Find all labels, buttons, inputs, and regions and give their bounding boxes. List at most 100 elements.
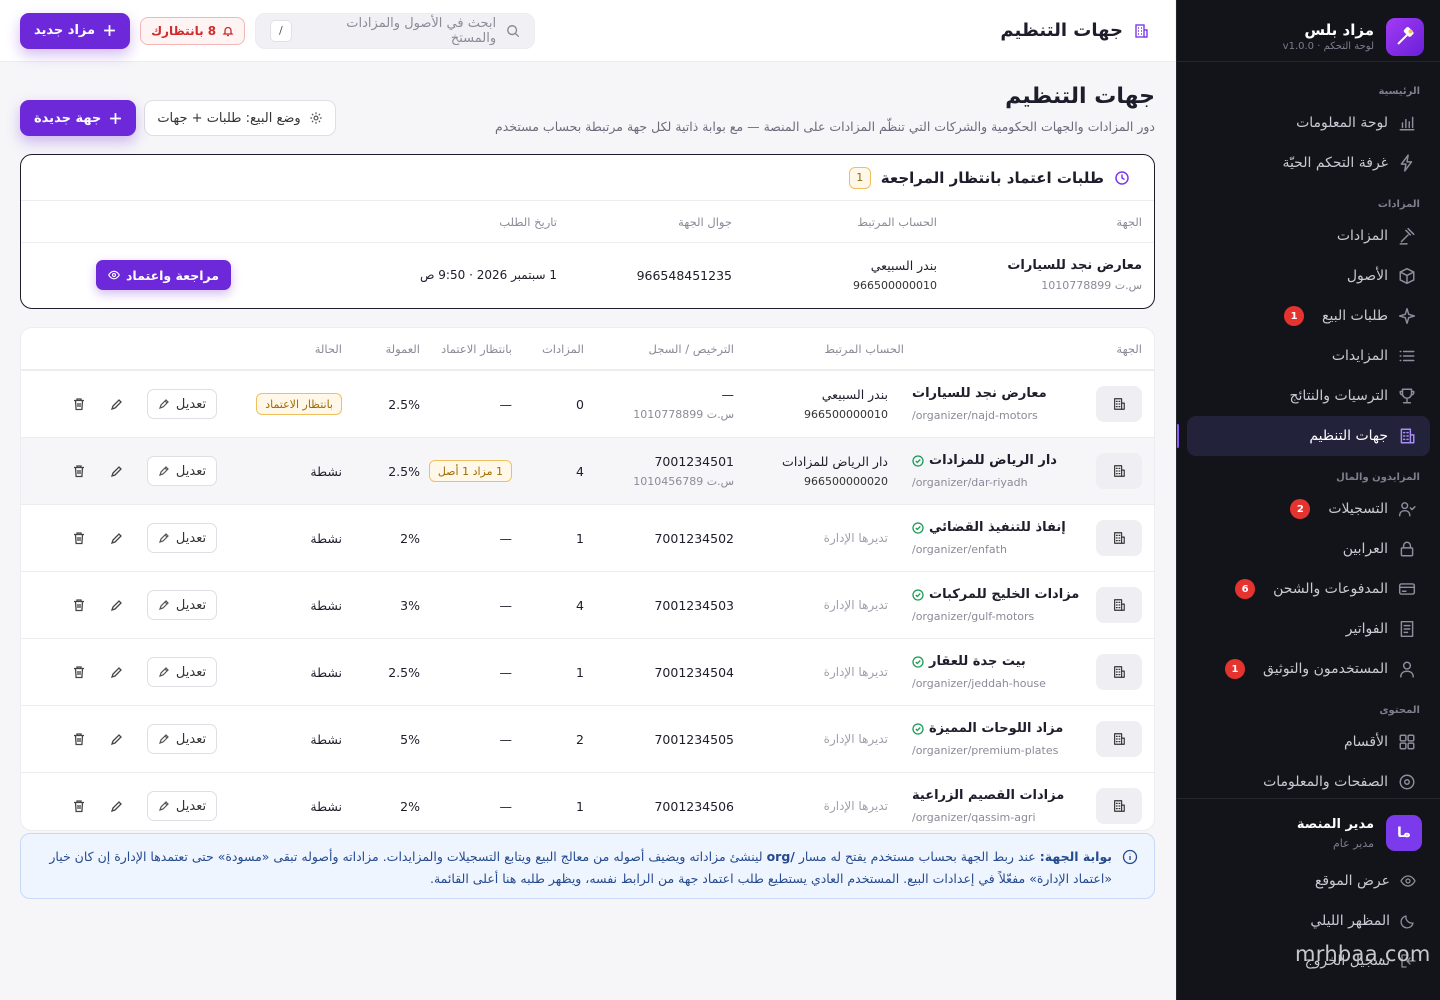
edit-button[interactable]: تعديل: [147, 389, 217, 419]
status-badge: بانتظار الاعتماد: [256, 393, 342, 415]
footer-item-moon[interactable]: المظهر الليلي: [1187, 901, 1430, 941]
pencil-icon[interactable]: [109, 597, 125, 613]
sidebar-item-user[interactable]: المستخدمون والتوثيق 1: [1187, 649, 1430, 689]
sidebar-item-lightning[interactable]: غرفة التحكم الحيّة: [1187, 143, 1430, 183]
pencil-icon[interactable]: [109, 396, 125, 412]
table-row[interactable]: مزادات القصيم الزراعية /organizer/qassim…: [21, 772, 1154, 830]
sidebar-item-credit-card[interactable]: المدفوعات والشحن 6: [1187, 569, 1430, 609]
status-badge: نشطة: [310, 731, 342, 747]
brand[interactable]: مزاد بلس لوحة التحكم · v1.0.0: [1177, 0, 1440, 62]
organizer-name[interactable]: بيت جدة للعقار: [912, 654, 1026, 669]
edit-button[interactable]: تعديل: [147, 724, 217, 754]
edit-icon: [158, 398, 170, 410]
organizer-name-text: بيت جدة للعقار: [929, 654, 1026, 669]
table-row[interactable]: معارض نجد للسيارات /organizer/najd-motor…: [21, 370, 1154, 437]
plus-icon: [109, 112, 122, 125]
col-auctions: المزادات: [541, 341, 584, 356]
review-approve-button[interactable]: مراجعة واعتماد: [96, 260, 231, 290]
sparkle-icon: [1398, 307, 1416, 325]
pending-approval: —: [499, 396, 513, 412]
sell-mode-button[interactable]: وضع البيع: طلبات + جهات: [144, 100, 336, 136]
edit-button[interactable]: تعديل: [147, 590, 217, 620]
search-input[interactable]: ابحث في الأصول والمزادات والمستخ /: [255, 12, 536, 49]
plus-icon: [103, 24, 116, 37]
edit-label: تعديل: [175, 396, 207, 412]
brand-name: مزاد بلس: [1304, 21, 1374, 39]
table-row[interactable]: مزادات الخليج للمركبات /organizer/gulf-m…: [21, 571, 1154, 638]
sidebar-item-user-check[interactable]: التسجيلات 2: [1187, 489, 1430, 529]
pending-approval: —: [499, 731, 513, 747]
gavel-icon: [1398, 227, 1416, 245]
trash-icon[interactable]: [71, 798, 87, 814]
trash-icon[interactable]: [71, 664, 87, 680]
sidebar-item-grid[interactable]: الأقسام: [1187, 722, 1430, 762]
trash-icon[interactable]: [71, 463, 87, 479]
edit-button[interactable]: تعديل: [147, 523, 217, 553]
col-pending: بانتظار الاعتماد: [441, 341, 512, 356]
table-row[interactable]: مزاد اللوحات المميزة /organizer/premium-…: [21, 705, 1154, 772]
main-content: جهات التنظيم دور المزادات والجهات الحكوم…: [20, 62, 1155, 899]
edit-button[interactable]: تعديل: [147, 657, 217, 687]
user-name: مدير المنصة: [1296, 816, 1374, 832]
pencil-icon[interactable]: [109, 530, 125, 546]
sidebar-item-sparkle[interactable]: طلبات البيع 1: [1187, 296, 1430, 336]
pencil-icon[interactable]: [109, 463, 125, 479]
trash-icon[interactable]: [71, 530, 87, 546]
topbar-title: جهات التنظيم: [1000, 20, 1123, 41]
sidebar-item-building[interactable]: جهات التنظيم: [1177, 416, 1430, 456]
new-auction-button[interactable]: مزاد جديد: [20, 12, 131, 49]
organizer-name[interactable]: مزادات الخليج للمركبات: [912, 587, 1079, 602]
footer-item-eye[interactable]: عرض الموقع: [1187, 861, 1430, 901]
sidebar-item-settings-circle[interactable]: الصفحات والمعلومات: [1187, 762, 1430, 797]
trash-icon[interactable]: [71, 396, 87, 412]
linked-account-phone: 966500000020: [804, 475, 888, 488]
edit-button[interactable]: تعديل: [147, 456, 217, 486]
linked-account: تديرها الإدارة: [823, 665, 888, 679]
sidebar-item-invoice[interactable]: الفواتير: [1187, 609, 1430, 649]
user-card[interactable]: ما مدير المنصة مدير عام: [1187, 815, 1430, 851]
trash-icon[interactable]: [71, 597, 87, 613]
table-row[interactable]: دار الرياض للمزادات /organizer/dar-riyad…: [21, 437, 1154, 504]
pending-title: طلبات اعتماد بانتظار المراجعة: [880, 168, 1104, 187]
sidebar-item-lock[interactable]: العرابين: [1187, 529, 1430, 569]
new-organizer-button[interactable]: جهة جديدة: [20, 100, 137, 136]
pending-notifications-button[interactable]: 8 بانتظارك: [140, 16, 246, 45]
building-icon: [1096, 654, 1142, 690]
commission: 5%: [400, 731, 420, 747]
pencil-icon[interactable]: [109, 798, 125, 814]
trash-icon[interactable]: [71, 731, 87, 747]
sidebar-item-trophy[interactable]: الترسيات والنتائج: [1187, 376, 1430, 416]
sidebar-item-chart-bars[interactable]: لوحة المعلومات: [1187, 103, 1430, 143]
brand-version: لوحة التحكم · v1.0.0: [1282, 41, 1374, 52]
organizer-name[interactable]: دار الرياض للمزادات: [912, 453, 1057, 468]
pending-requests-card: طلبات اعتماد بانتظار المراجعة 1 الجهة ال…: [20, 154, 1155, 309]
license-number: 7001234504: [654, 664, 734, 680]
sidebar-item-label: غرفة التحكم الحيّة: [1282, 155, 1388, 171]
search-shortcut: /: [270, 19, 292, 42]
sidebar-footer: ما مدير المنصة مدير عام عرض الموقع المظهر…: [1177, 798, 1440, 1000]
sidebar-item-box[interactable]: الأصول: [1187, 256, 1430, 296]
footer-item-label: المظهر الليلي: [1310, 913, 1390, 929]
eye-icon: [1400, 873, 1416, 889]
pending-approval: —: [499, 530, 513, 546]
organizer-name[interactable]: معارض نجد للسيارات: [912, 386, 1047, 401]
verified-check-icon: [912, 655, 924, 668]
table-row[interactable]: بيت جدة للعقار /organizer/jeddah-house ت…: [21, 638, 1154, 705]
organizer-name[interactable]: مزادات القصيم الزراعية: [912, 788, 1064, 803]
organizer-name[interactable]: مزاد اللوحات المميزة: [912, 721, 1063, 736]
settings-circle-icon: [1398, 773, 1416, 791]
sidebar-item-list[interactable]: المزايدات: [1187, 336, 1430, 376]
pending-org-phone: 966548451235: [636, 267, 732, 283]
organizer-name[interactable]: إنفاذ للتنفيذ القضائي: [912, 520, 1066, 535]
sidebar-item-badge: 1: [1284, 306, 1305, 326]
edit-button[interactable]: تعديل: [147, 791, 217, 821]
info-path: /org: [766, 849, 795, 864]
sidebar-item-badge: 2: [1290, 499, 1311, 519]
info-icon: [1122, 849, 1138, 865]
pencil-icon[interactable]: [109, 664, 125, 680]
user-role: مدير عام: [1332, 836, 1374, 850]
search-icon: [506, 24, 520, 38]
sidebar-item-gavel[interactable]: المزادات: [1187, 216, 1430, 256]
table-row[interactable]: إنفاذ للتنفيذ القضائي /organizer/enfath …: [21, 504, 1154, 571]
pencil-icon[interactable]: [109, 731, 125, 747]
